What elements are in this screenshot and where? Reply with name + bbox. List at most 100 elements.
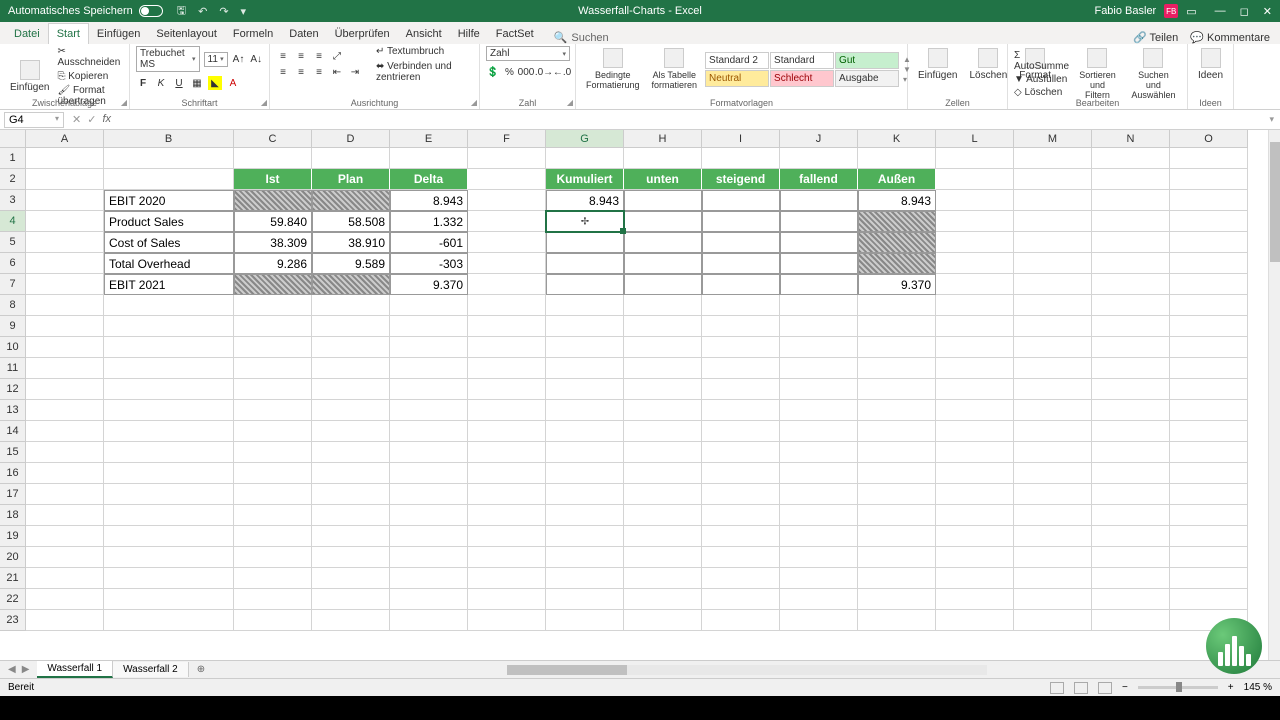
cell[interactable] [546,547,624,568]
cell-style[interactable]: Gut [835,52,899,69]
cell[interactable] [26,505,104,526]
cell[interactable] [936,379,1014,400]
row-header[interactable]: 14 [0,421,26,442]
cell[interactable] [1170,421,1248,442]
cell[interactable] [546,421,624,442]
cell[interactable] [1092,169,1170,190]
cell[interactable] [26,337,104,358]
cell[interactable] [858,442,936,463]
expand-formula-icon[interactable]: ▾ [1263,114,1280,125]
delete-cells-button[interactable]: Löschen [965,46,1011,83]
column-header[interactable]: L [936,130,1014,148]
row-header[interactable]: 1 [0,148,26,169]
cell[interactable] [234,316,312,337]
cell[interactable] [624,358,702,379]
cell[interactable] [234,274,312,295]
sheet-tab[interactable]: Wasserfall 2 [113,662,189,677]
cell[interactable] [546,589,624,610]
border-button[interactable]: ▦ [190,76,204,90]
sheet-nav-prev-icon[interactable]: ◀ [8,664,16,675]
accept-formula-icon[interactable]: ✓ [87,113,96,126]
cell[interactable] [234,484,312,505]
cell[interactable] [780,253,858,274]
cell[interactable] [390,400,468,421]
cell[interactable] [702,568,780,589]
sort-filter-button[interactable]: Sortieren und Filtern [1073,46,1122,102]
cell[interactable] [702,589,780,610]
cell[interactable] [702,148,780,169]
cell[interactable] [1092,442,1170,463]
cell[interactable] [104,610,234,631]
close-icon[interactable]: ✕ [1263,5,1272,18]
tab-file[interactable]: Datei [6,24,48,44]
cell[interactable] [234,568,312,589]
cell[interactable] [234,547,312,568]
cell[interactable] [624,505,702,526]
cell[interactable] [858,463,936,484]
cell[interactable] [858,337,936,358]
row-header[interactable]: 12 [0,379,26,400]
cell[interactable] [468,316,546,337]
cell[interactable] [624,295,702,316]
cell[interactable] [702,526,780,547]
cell[interactable] [1014,568,1092,589]
view-pagebreak-icon[interactable] [1098,682,1112,694]
cell[interactable] [1092,211,1170,232]
tab-factset[interactable]: FactSet [488,24,542,44]
cell[interactable] [234,379,312,400]
cell[interactable] [26,316,104,337]
cell[interactable] [234,610,312,631]
cell[interactable] [936,442,1014,463]
column-header[interactable]: F [468,130,546,148]
ideas-button[interactable]: Ideen [1194,46,1227,83]
cell[interactable] [312,148,390,169]
cell[interactable] [624,547,702,568]
cell[interactable] [936,232,1014,253]
cell[interactable] [858,568,936,589]
cell[interactable] [468,274,546,295]
cell[interactable] [1092,337,1170,358]
cell[interactable] [546,232,624,253]
row-header[interactable]: 5 [0,232,26,253]
cell[interactable] [780,463,858,484]
cell[interactable] [858,379,936,400]
cell[interactable]: Total Overhead [104,253,234,274]
cell[interactable] [624,337,702,358]
cell[interactable] [936,169,1014,190]
cell[interactable] [104,379,234,400]
cell[interactable] [1170,169,1248,190]
cell[interactable] [468,547,546,568]
cell[interactable] [546,526,624,547]
cell[interactable] [104,568,234,589]
cell[interactable] [26,463,104,484]
column-header[interactable]: I [702,130,780,148]
align-right-icon[interactable]: ≡ [312,66,326,80]
cell[interactable] [26,211,104,232]
cell[interactable] [312,358,390,379]
cell[interactable] [26,379,104,400]
column-header[interactable]: H [624,130,702,148]
sheet-nav-next-icon[interactable]: ▶ [22,664,30,675]
cell[interactable] [234,400,312,421]
cell[interactable] [1170,337,1248,358]
cell[interactable] [702,484,780,505]
cell[interactable] [624,442,702,463]
cell[interactable] [624,253,702,274]
cell[interactable] [104,589,234,610]
clipboard-launcher-icon[interactable]: ◢ [121,98,127,107]
cell[interactable] [780,379,858,400]
cell[interactable] [390,148,468,169]
cell[interactable] [858,253,936,274]
cell[interactable] [390,442,468,463]
cell[interactable] [702,442,780,463]
cell[interactable] [1170,547,1248,568]
align-middle-icon[interactable]: ≡ [294,50,308,64]
column-header[interactable]: M [1014,130,1092,148]
column-header[interactable]: E [390,130,468,148]
cell[interactable] [1170,442,1248,463]
cell[interactable] [1092,379,1170,400]
cell[interactable] [1170,463,1248,484]
cell-style[interactable]: Schlecht [770,70,834,87]
italic-button[interactable]: K [154,76,168,90]
cell[interactable] [1092,274,1170,295]
